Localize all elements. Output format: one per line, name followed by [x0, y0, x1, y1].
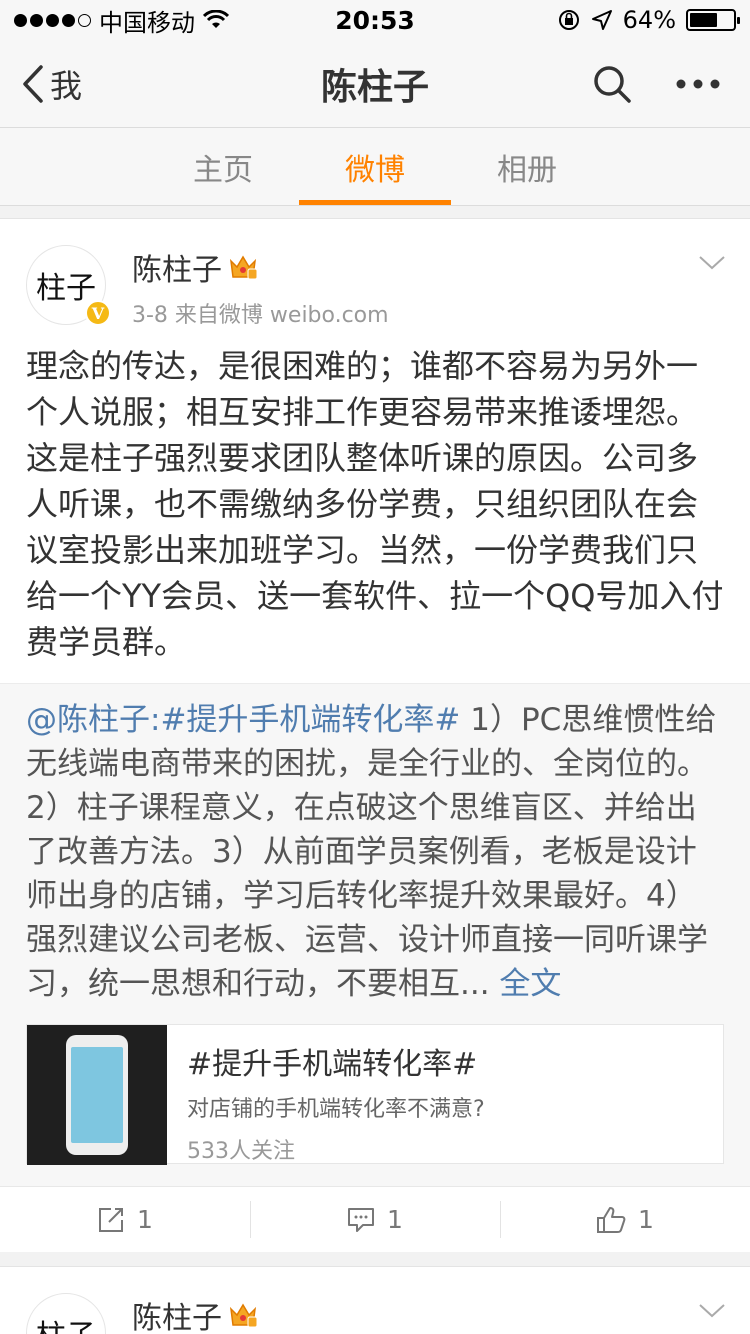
post-actions: 1 1 1 — [0, 1186, 750, 1252]
tab-weibo[interactable]: 微博 — [299, 128, 451, 205]
topic-thumbnail — [27, 1025, 167, 1165]
navigation-bar: 我 陈柱子 — [0, 40, 750, 128]
post-card: 柱子 V 陈柱子 3-8 来自微博 weibo.com 理念的传达，是很困难的；… — [0, 218, 750, 1252]
topic-title: #提升手机端转化率# — [187, 1047, 478, 1082]
thumbs-up-icon — [597, 1206, 626, 1233]
signal-icon — [14, 13, 91, 27]
post-card: 柱子 陈柱子 — [0, 1266, 750, 1334]
comment-icon — [348, 1207, 375, 1232]
chevron-down-icon[interactable] — [698, 1303, 726, 1319]
avatar-calligraphy: 柱子 — [36, 271, 96, 306]
repost-block[interactable]: @陈柱子:#提升手机端转化率# 1）PC思维惯性给无线端电商带来的困扰，是全行业… — [0, 683, 750, 1186]
avatar-calligraphy: 柱子 — [36, 1311, 96, 1334]
avatar[interactable]: 柱子 — [26, 1293, 106, 1334]
comment-button[interactable]: 1 — [250, 1187, 500, 1252]
like-count: 1 — [638, 1205, 654, 1234]
crown-vip-icon — [229, 255, 258, 280]
post-meta: 3-8 来自微博 weibo.com — [132, 303, 389, 328]
status-time: 20:53 — [335, 5, 415, 35]
carrier-name: 中国移动 — [99, 8, 195, 37]
avatar[interactable]: 柱子 V — [26, 245, 111, 326]
post-text: 理念的传达，是很困难的；谁都不容易为另外一个人说服；相互安排工作更容易带来推诿埋… — [26, 347, 724, 661]
full-text-link[interactable]: 全文 — [499, 966, 561, 1002]
more-icon[interactable] — [676, 79, 720, 89]
topic-card[interactable]: #提升手机端转化率# 对店铺的手机端转化率不满意? 533人关注 — [26, 1024, 724, 1165]
status-bar: 中国移动 20:53 64% — [0, 0, 750, 40]
chevron-down-icon[interactable] — [698, 255, 726, 271]
tab-home[interactable]: 主页 — [147, 128, 299, 205]
topic-followers: 533人关注 — [187, 1139, 295, 1164]
verified-badge-icon: V — [85, 300, 111, 326]
username[interactable]: 陈柱子 — [132, 1293, 222, 1334]
phone-image-icon — [66, 1035, 128, 1155]
page-title: 陈柱子 — [320, 66, 430, 108]
crown-vip-icon — [229, 1303, 258, 1328]
repost-count: 1 — [137, 1205, 153, 1234]
comment-count: 1 — [387, 1205, 403, 1234]
repost-button[interactable]: 1 — [0, 1187, 250, 1252]
search-icon[interactable] — [592, 64, 632, 104]
like-button[interactable]: 1 — [500, 1187, 750, 1252]
wifi-icon — [203, 10, 229, 28]
chevron-left-icon — [23, 64, 43, 103]
battery-icon — [686, 9, 740, 31]
battery-percent: 64% — [622, 6, 676, 34]
orientation-lock-icon — [558, 10, 579, 30]
location-arrow-icon — [591, 10, 612, 30]
back-button[interactable]: 我 — [0, 61, 82, 107]
tab-album[interactable]: 相册 — [451, 128, 603, 205]
topic-description: 对店铺的手机端转化率不满意? — [187, 1097, 485, 1122]
profile-tabs: 主页 微博 相册 — [0, 128, 750, 206]
back-label: 我 — [50, 66, 83, 105]
repost-icon — [99, 1207, 124, 1232]
repost-body: 1）PC思维惯性给无线端电商带来的困扰，是全行业的、全岗位的。2）柱子课程意义，… — [26, 702, 717, 1002]
username[interactable]: 陈柱子 — [132, 245, 222, 289]
topic-link[interactable]: #提升手机端转化率# — [160, 702, 460, 738]
mention-link[interactable]: @陈柱子: — [26, 702, 160, 738]
